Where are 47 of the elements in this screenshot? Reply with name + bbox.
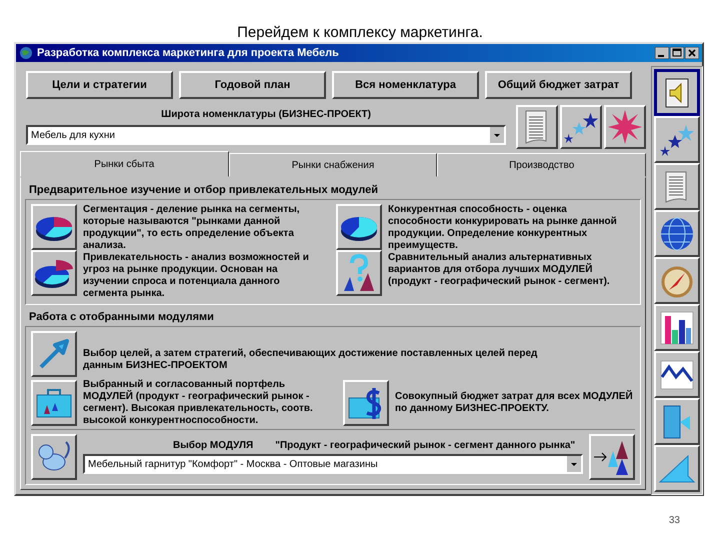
window-title: Разработка комплекса маркетинга для проекта Мебель — [37, 47, 340, 59]
tab[interactable]: Рынки сбыта — [20, 151, 229, 177]
dropdown-field[interactable]: Мебельный гарнитур "Комфорт" - Москва - Оптовые магазины — [83, 454, 583, 474]
description-text: Привлекательность - анализ возможностей и угроз на рынке продукции. Основан на изучении спроса и потенциала данного сегмента рынка. — [83, 252, 310, 300]
pie-chart-icon[interactable] — [336, 204, 382, 250]
minimize-icon[interactable] — [655, 47, 669, 59]
tab[interactable]: Производство — [437, 153, 646, 177]
tab[interactable]: Рынки снабжения — [228, 153, 438, 177]
nav-button[interactable]: Общий бюджет затрат — [485, 71, 632, 99]
stars-icon[interactable] — [654, 116, 700, 163]
page-number: 33 — [668, 515, 680, 526]
maximize-icon[interactable] — [670, 47, 684, 59]
description-text: Выбор целей, а затем стратегий, обеспечивающих достижение поставленных целей перед данным БИЗНЕС-ПРОЕКТОМ — [83, 347, 538, 372]
pie-chart-icon[interactable] — [31, 204, 77, 250]
slide-title: Перейдем к комплексу маркетинга. — [236, 23, 484, 42]
section-heading: Предварительное изучение и отбор привлекательных модулей — [28, 183, 380, 198]
stars-icon[interactable] — [560, 105, 602, 149]
compass-icon[interactable] — [654, 257, 700, 304]
question-cones-icon[interactable] — [336, 250, 382, 296]
close-icon[interactable] — [685, 47, 699, 59]
door-icon[interactable] — [654, 398, 700, 445]
exploded-pie-icon[interactable] — [31, 250, 77, 296]
field-label: Широта номенклатуры (БИЗНЕС-ПРОЕКТ) — [161, 109, 371, 120]
document-icon[interactable] — [654, 163, 700, 210]
globe-icon[interactable] — [654, 210, 700, 257]
speaker-icon[interactable] — [654, 69, 700, 116]
bar-chart-icon[interactable] — [654, 304, 700, 351]
description-text: Конкурентная способность - оценка способности конкурировать на рынке данной продукции. Определение конкурентных преимуществ. — [388, 204, 618, 252]
ramp-icon[interactable] — [654, 445, 700, 492]
format-label: "Продукт - географический рынок - сегмент данного рынка" — [275, 440, 576, 451]
star-burst-icon[interactable] — [604, 105, 646, 149]
globe-icon — [19, 46, 33, 60]
document-icon[interactable] — [516, 105, 558, 149]
section-heading: Работа с отобранными модулями — [28, 310, 215, 325]
field-label: Выбор МОДУЛЯ — [173, 440, 254, 451]
briefcase-icon[interactable] — [31, 380, 77, 426]
dollar-briefcase-icon[interactable] — [342, 380, 389, 426]
dropdown-field[interactable]: Мебель для кухни — [26, 125, 506, 145]
description-text: Совокупный бюджет затрат для всех МОДУЛЕЙ по данному БИЗНЕС-ПРОЕКТУ. — [394, 391, 634, 415]
description-text: Сравнительный анализ альтернативных вариантов для отбора лучших МОДУЛЕЙ (продукт - географический рынок - сегмент). — [388, 252, 611, 288]
arrow-cones-icon[interactable] — [589, 434, 635, 480]
description-text: Выбранный и согласованный портфель МОДУЛЕЙ (продукт - географический рынок - сегмент). Высокая привлекательность, соотв. высокой конкурентноспособности. — [83, 379, 314, 427]
nav-button[interactable]: Вся номенклатура — [332, 71, 479, 99]
nav-button[interactable]: Цели и стратегии — [26, 71, 173, 99]
nav-button[interactable]: Годовой план — [179, 71, 326, 99]
line-chart-icon[interactable] — [654, 351, 700, 398]
description-text: Сегментация - деление рынка на сегменты, которые называются "рынками данной продукции", то есть определение объекта анализа. — [83, 204, 301, 252]
